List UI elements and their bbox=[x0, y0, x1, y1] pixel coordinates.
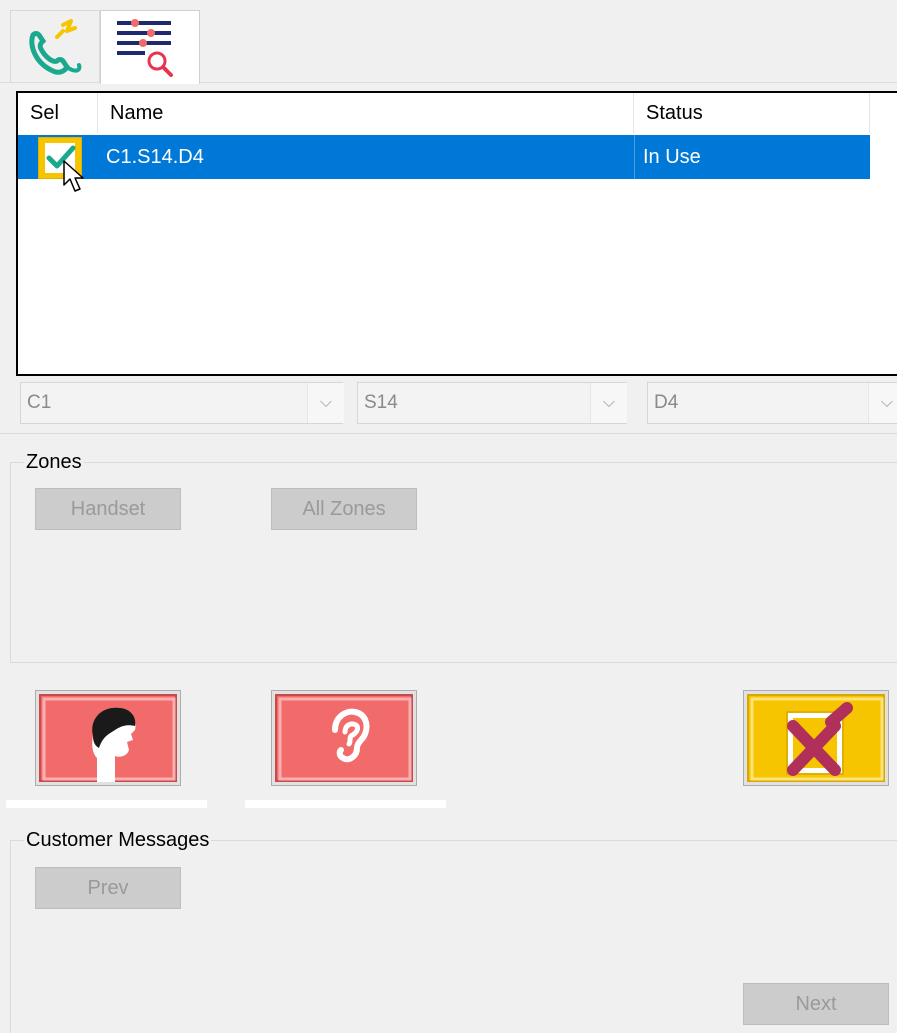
checkbox-x-icon bbox=[750, 697, 884, 781]
handset-button[interactable]: Handset bbox=[35, 488, 181, 530]
messages-group-border-left bbox=[10, 840, 11, 1033]
talk-button[interactable] bbox=[35, 690, 181, 786]
all-zones-button[interactable]: All Zones bbox=[271, 488, 417, 530]
row-status: In Use bbox=[634, 135, 870, 179]
prev-button[interactable]: Prev bbox=[35, 867, 181, 909]
column-header-sel[interactable]: Sel bbox=[18, 93, 98, 133]
zones-group-border-bottom bbox=[10, 662, 897, 663]
chevron-down-icon[interactable]: ⌵ bbox=[868, 383, 897, 423]
person-speaking-icon bbox=[42, 697, 176, 782]
mouse-cursor-icon bbox=[63, 160, 84, 192]
list-search-icon bbox=[117, 19, 173, 77]
chevron-down-icon[interactable]: ⌵ bbox=[307, 383, 344, 423]
combo-s14[interactable]: S14 ⌵ bbox=[357, 382, 627, 424]
talk-underline bbox=[6, 800, 207, 808]
row-name: C1.S14.D4 bbox=[106, 146, 204, 168]
combo-c1-value: C1 bbox=[27, 392, 52, 413]
column-header-status[interactable]: Status bbox=[634, 93, 870, 133]
listen-button[interactable] bbox=[271, 690, 417, 786]
listen-underline bbox=[245, 800, 446, 808]
tab-list-search[interactable] bbox=[100, 10, 200, 84]
cancel-button[interactable] bbox=[743, 690, 889, 786]
circuit-list[interactable]: Sel Name Status C1.S14.D4 In Use bbox=[16, 91, 897, 376]
combo-d4[interactable]: D4 ⌵ bbox=[647, 382, 897, 424]
phone-call-icon bbox=[29, 19, 82, 75]
column-header-name[interactable]: Name bbox=[98, 93, 634, 133]
zones-group-border-left bbox=[10, 462, 11, 662]
next-button[interactable]: Next bbox=[743, 983, 889, 1025]
combo-s14-value: S14 bbox=[364, 392, 398, 413]
tab-phone[interactable] bbox=[10, 10, 100, 82]
messages-group-label: Customer Messages bbox=[24, 828, 212, 852]
ear-icon bbox=[278, 697, 412, 781]
zones-group-label: Zones bbox=[24, 450, 84, 474]
chevron-down-icon[interactable]: ⌵ bbox=[590, 383, 627, 423]
combo-d4-value: D4 bbox=[654, 392, 679, 413]
combo-c1[interactable]: C1 ⌵ bbox=[20, 382, 344, 424]
zones-group-border bbox=[10, 462, 897, 463]
separator bbox=[0, 433, 897, 434]
